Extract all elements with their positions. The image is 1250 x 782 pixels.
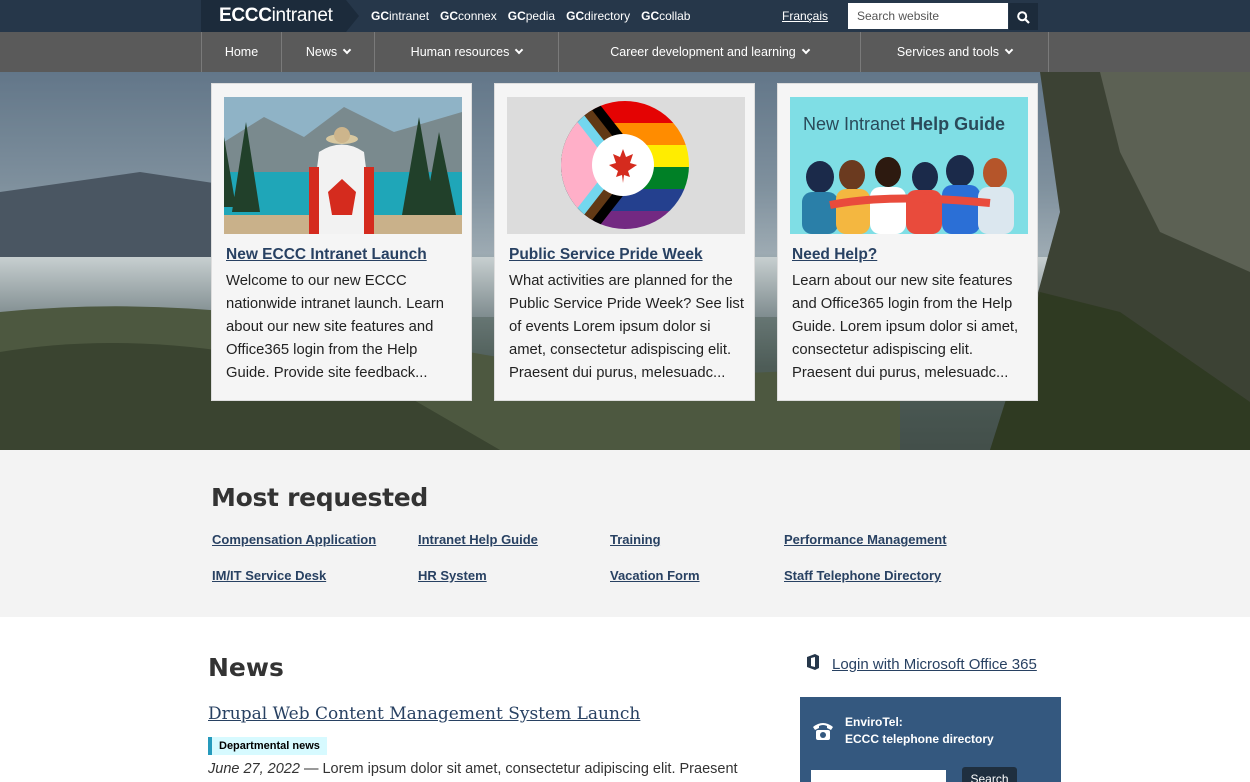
nav-item-human-resources[interactable]: Human resources [374,32,558,72]
nav-item-label: Services and tools [896,45,1000,59]
chevron-down-icon [1004,45,1014,55]
quick-link-imit-service-desk[interactable]: IM/IT Service Desk [212,568,326,583]
card-image-canada-flag [224,97,462,234]
section-title: Most requested [211,483,429,512]
news-excerpt: Lorem ipsum dolor sit amet, consectetur … [322,761,738,777]
card-body: Learn about our new site features and Of… [792,273,1019,381]
quick-link-training[interactable]: Training [610,532,661,547]
search-input[interactable] [848,3,1008,29]
envirotel-search-button[interactable]: Search [962,767,1017,782]
gc-link-connex[interactable]: GCconnex [440,9,497,23]
feature-card-help-guide: New Intranet Help Guide Need Help? Learn… [777,83,1038,401]
office365-icon [807,654,819,670]
card-title-link[interactable]: Public Service Pride Week [509,246,703,264]
news-category-badge: Departmental news [208,737,327,755]
brand-light: intranet [271,5,333,26]
nav-item-career-development[interactable]: Career development and learning [558,32,860,72]
feature-card-pride-week: Public Service Pride Week What activitie… [494,83,755,401]
gc-link-directory[interactable]: GCdirectory [566,9,630,23]
search-button[interactable] [1009,3,1038,30]
chevron-down-icon [342,45,352,55]
top-bar: ECCCintranet GCintranet GCconnex GCpedia… [0,0,1250,32]
quick-link-intranet-help-guide[interactable]: Intranet Help Guide [418,532,538,547]
quick-link-compensation-application[interactable]: Compensation Application [212,532,376,547]
news-date: June 27, 2022 [208,761,300,777]
card-title-link[interactable]: New ECCC Intranet Launch [226,246,427,264]
main-nav: Home News Human resources Career develop… [0,32,1250,72]
news-dash: — [299,761,323,777]
site-brand[interactable]: ECCCintranet [201,0,359,32]
phone-icon [813,723,833,740]
nav-divider [1048,32,1049,72]
language-toggle-link[interactable]: Français [782,9,828,23]
card-body: What activities are planned for the Publ… [509,273,744,381]
nav-item-label: Human resources [410,45,510,59]
news-section-title: News [208,653,284,682]
brand-bold: ECCC [219,5,272,26]
gc-link-pedia[interactable]: GCpedia [508,9,555,23]
card-title-link[interactable]: Need Help? [792,246,877,264]
nav-item-home[interactable]: Home [201,32,281,72]
gc-link-collab[interactable]: GCcollab [641,9,690,23]
search-icon [1017,11,1030,24]
nav-item-label: News [305,45,338,59]
card-body: Welcome to our new ECCC nationwide intra… [226,273,444,381]
news-article-meta: June 27, 2022 — Lorem ipsum dolor sit am… [208,761,738,777]
nav-item-services-and-tools[interactable]: Services and tools [860,32,1048,72]
card-image-pride-flag [507,97,745,234]
gc-link-intranet[interactable]: GCintranet [371,9,429,23]
card-image-help-guide: New Intranet Help Guide [790,97,1028,234]
nav-item-news[interactable]: News [281,32,374,72]
nav-item-label: Career development and learning [610,45,796,59]
nav-item-label: Home [224,45,259,59]
chevron-down-icon [801,45,811,55]
feature-card-intranet-launch: New ECCC Intranet Launch Welcome to our … [211,83,472,401]
quick-link-vacation-form[interactable]: Vacation Form [610,568,700,583]
quick-link-performance-management[interactable]: Performance Management [784,532,947,547]
chevron-down-icon [515,45,524,55]
quick-link-staff-telephone-directory[interactable]: Staff Telephone Directory [784,568,941,583]
quick-link-hr-system[interactable]: HR System [418,568,487,583]
gc-links: GCintranet GCconnex GCpedia GCdirectory … [371,9,690,23]
envirotel-subtitle: ECCC telephone directory [845,732,994,746]
hero-banner: New ECCC Intranet Launch Welcome to our … [0,72,1250,450]
news-article-title-link[interactable]: Drupal Web Content Management System Lau… [208,704,640,724]
office365-login-link[interactable]: Login with Microsoft Office 365 [832,656,1037,673]
most-requested-section: Most requested Compensation Application … [0,450,1250,617]
envirotel-panel: EnviroTel: ECCC telephone directory [800,697,1061,782]
envirotel-search-input[interactable] [811,770,946,782]
envirotel-title: EnviroTel: [845,715,903,729]
